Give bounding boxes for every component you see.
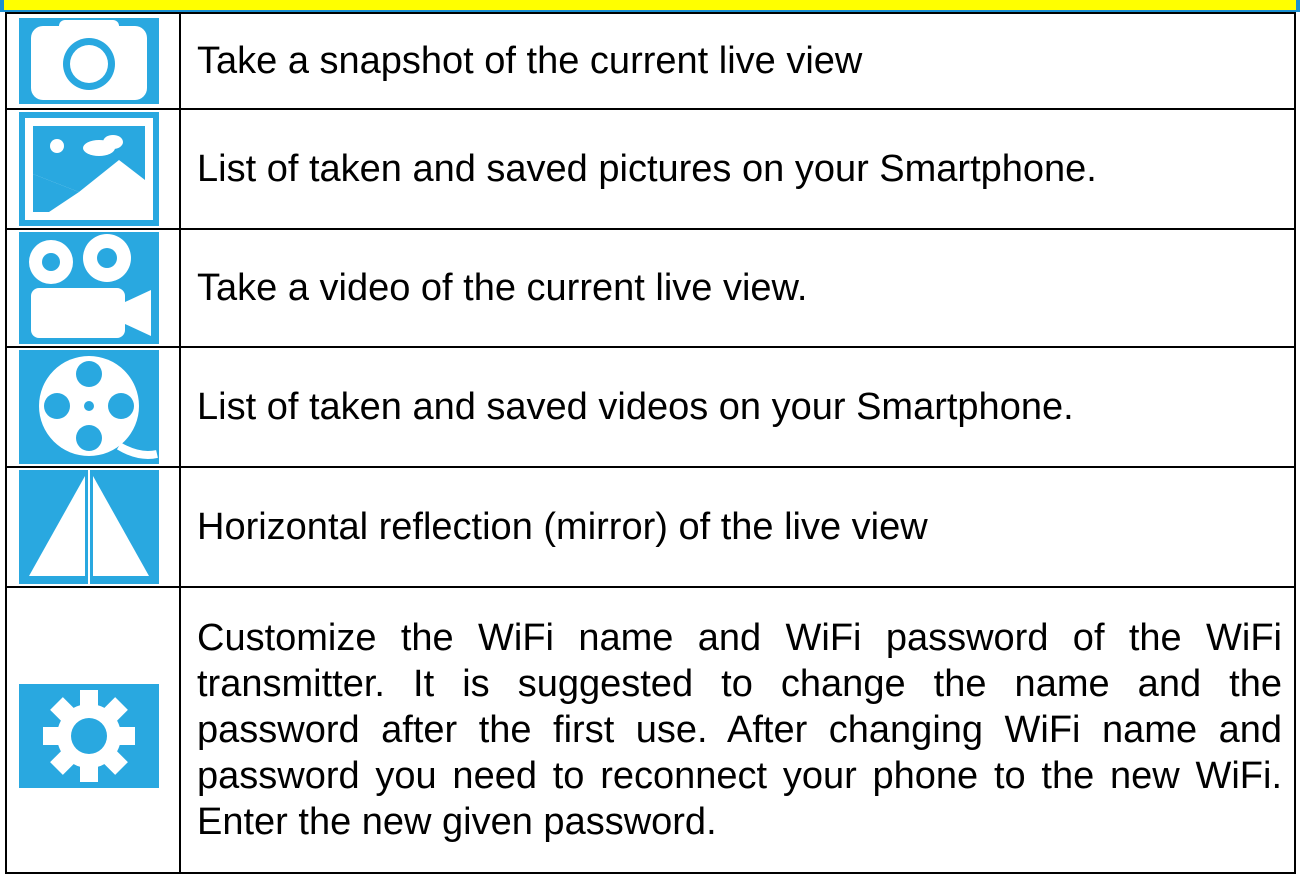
table-row: Take a snapshot of the current live view <box>5 12 1296 110</box>
icon-legend-table: Take a snapshot of the current live view… <box>5 12 1296 874</box>
row-description: Take a video of the current live view. <box>179 228 1296 348</box>
header-band-edge-right <box>1296 0 1300 12</box>
icon-cell <box>5 586 181 874</box>
video-camera-icon <box>19 232 159 344</box>
row-description: Take a snapshot of the current live view <box>179 12 1296 110</box>
table-row: Horizontal reflection (mirror) of the li… <box>5 466 1296 588</box>
table-row: List of taken and saved pictures on your… <box>5 108 1296 230</box>
row-description: List of taken and saved pictures on your… <box>179 108 1296 230</box>
picture-gallery-icon <box>19 112 159 226</box>
header-band-edge-left <box>0 0 4 12</box>
table-row: Take a video of the current live view. <box>5 228 1296 348</box>
table-row: List of taken and saved videos on your S… <box>5 346 1296 468</box>
mirror-icon <box>19 470 159 584</box>
gear-icon <box>19 684 159 788</box>
header-band <box>0 0 1300 12</box>
video-reel-icon <box>19 350 159 464</box>
table-row: Customize the WiFi name and WiFi passwor… <box>5 586 1296 874</box>
icon-cell <box>5 346 181 468</box>
icon-cell <box>5 12 181 110</box>
icon-cell <box>5 466 181 588</box>
icon-cell <box>5 228 181 348</box>
camera-icon <box>19 18 159 104</box>
row-description: Customize the WiFi name and WiFi passwor… <box>179 586 1296 874</box>
row-description: Horizontal reflection (mirror) of the li… <box>179 466 1296 588</box>
row-description: List of taken and saved videos on your S… <box>179 346 1296 468</box>
icon-cell <box>5 108 181 230</box>
